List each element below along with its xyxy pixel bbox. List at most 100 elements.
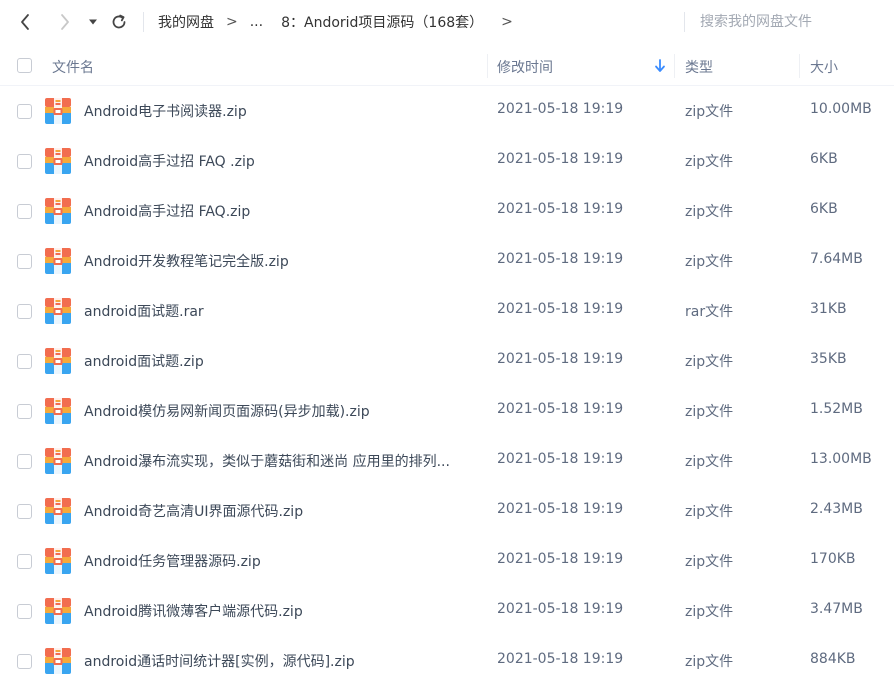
file-row[interactable]: Android奇艺高清UI界面源代码.zip 2021-05-18 19:19 …: [0, 486, 894, 536]
file-type: zip文件: [685, 654, 734, 670]
file-list: Android电子书阅读器.zip 2021-05-18 19:19 zip文件…: [0, 86, 894, 686]
breadcrumb-item-root[interactable]: 我的网盘: [158, 12, 214, 32]
chevron-left-icon: [21, 14, 29, 30]
file-row[interactable]: Android高手过招 FAQ.zip 2021-05-18 19:19 zip…: [0, 186, 894, 236]
file-size: 6KB: [810, 201, 838, 217]
zip-archive-icon: [45, 198, 71, 224]
file-modified-time: 2021-05-18 19:19: [497, 401, 624, 417]
file-type: zip文件: [685, 254, 734, 270]
file-row[interactable]: Android模仿易网新闻页面源码(异步加载).zip 2021-05-18 1…: [0, 386, 894, 436]
file-modified-time: 2021-05-18 19:19: [497, 201, 624, 217]
file-modified-time: 2021-05-18 19:19: [497, 101, 624, 117]
file-size: 2.43MB: [810, 501, 863, 517]
file-name[interactable]: Android开发教程笔记完全版.zip: [84, 251, 482, 271]
file-modified-time: 2021-05-18 19:19: [497, 351, 624, 367]
column-header-modified[interactable]: 修改时间: [497, 57, 553, 77]
file-name[interactable]: Android腾讯微薄客户端源代码.zip: [84, 601, 482, 621]
file-list-header: 文件名 修改时间 类型 大小: [0, 46, 894, 86]
column-divider: [674, 54, 675, 78]
row-checkbox[interactable]: [17, 204, 32, 219]
file-name[interactable]: android通话时间统计器[实例，源代码].zip: [84, 651, 482, 671]
file-name[interactable]: Android高手过招 FAQ.zip: [84, 201, 482, 221]
zip-archive-icon: [45, 148, 71, 174]
file-row[interactable]: Android瀑布流实现，类似于蘑菇街和迷尚 应用里的排列... 2021-05…: [0, 436, 894, 486]
breadcrumb-separator: >: [226, 14, 238, 30]
file-row[interactable]: android面试题.rar 2021-05-18 19:19 rar文件 31…: [0, 286, 894, 336]
file-type: zip文件: [685, 154, 734, 170]
file-name[interactable]: Android任务管理器源码.zip: [84, 551, 482, 571]
file-size: 3.47MB: [810, 601, 863, 617]
row-checkbox[interactable]: [17, 654, 32, 669]
file-name[interactable]: Android高手过招 FAQ .zip: [84, 151, 482, 171]
file-type: zip文件: [685, 504, 734, 520]
file-row[interactable]: Android电子书阅读器.zip 2021-05-18 19:19 zip文件…: [0, 86, 894, 136]
file-modified-time: 2021-05-18 19:19: [497, 151, 624, 167]
file-size: 31KB: [810, 301, 847, 317]
sort-arrow-down-icon[interactable]: [653, 58, 667, 74]
breadcrumb-separator: >: [501, 14, 513, 30]
row-checkbox[interactable]: [17, 504, 32, 519]
forward-button[interactable]: [54, 10, 76, 34]
file-row[interactable]: android面试题.zip 2021-05-18 19:19 zip文件 35…: [0, 336, 894, 386]
toolbar: 我的网盘 > ... 8：Andorid项目源码（168套） >: [0, 0, 894, 44]
search-divider: [684, 12, 685, 32]
file-name[interactable]: Android瀑布流实现，类似于蘑菇街和迷尚 应用里的排列...: [84, 451, 482, 471]
file-modified-time: 2021-05-18 19:19: [497, 551, 624, 567]
file-name[interactable]: Android模仿易网新闻页面源码(异步加载).zip: [84, 401, 482, 421]
file-modified-time: 2021-05-18 19:19: [497, 301, 624, 317]
breadcrumb: 我的网盘 > ... 8：Andorid项目源码（168套） >: [158, 12, 525, 32]
zip-archive-icon: [45, 348, 71, 374]
file-modified-time: 2021-05-18 19:19: [497, 501, 624, 517]
file-name[interactable]: Android电子书阅读器.zip: [84, 101, 482, 121]
row-checkbox[interactable]: [17, 254, 32, 269]
file-row[interactable]: Android腾讯微薄客户端源代码.zip 2021-05-18 19:19 z…: [0, 586, 894, 636]
file-size: 884KB: [810, 651, 856, 667]
row-checkbox[interactable]: [17, 304, 32, 319]
row-checkbox[interactable]: [17, 604, 32, 619]
row-checkbox[interactable]: [17, 154, 32, 169]
chevron-right-icon: [61, 14, 69, 30]
zip-archive-icon: [45, 398, 71, 424]
file-type: rar文件: [685, 304, 734, 320]
breadcrumb-item-current[interactable]: 8：Andorid项目源码（168套）: [281, 12, 483, 32]
file-modified-time: 2021-05-18 19:19: [497, 601, 624, 617]
zip-archive-icon: [45, 298, 71, 324]
zip-archive-icon: [45, 448, 71, 474]
file-row[interactable]: Android高手过招 FAQ .zip 2021-05-18 19:19 zi…: [0, 136, 894, 186]
toolbar-divider: [143, 12, 144, 32]
file-size: 13.00MB: [810, 451, 872, 467]
row-checkbox[interactable]: [17, 354, 32, 369]
file-row[interactable]: Android任务管理器源码.zip 2021-05-18 19:19 zip文…: [0, 536, 894, 586]
file-name[interactable]: Android奇艺高清UI界面源代码.zip: [84, 501, 482, 521]
refresh-icon: [112, 14, 126, 29]
refresh-button[interactable]: [108, 10, 130, 34]
file-size: 1.52MB: [810, 401, 863, 417]
column-divider: [799, 54, 800, 78]
file-row[interactable]: Android开发教程笔记完全版.zip 2021-05-18 19:19 zi…: [0, 236, 894, 286]
history-dropdown-button[interactable]: [86, 10, 100, 34]
file-modified-time: 2021-05-18 19:19: [497, 251, 624, 267]
file-size: 6KB: [810, 151, 838, 167]
row-checkbox[interactable]: [17, 104, 32, 119]
file-name[interactable]: android面试题.rar: [84, 301, 482, 321]
file-modified-time: 2021-05-18 19:19: [497, 651, 624, 667]
zip-archive-icon: [45, 498, 71, 524]
row-checkbox[interactable]: [17, 454, 32, 469]
file-size: 170KB: [810, 551, 856, 567]
column-header-type[interactable]: 类型: [685, 57, 713, 77]
row-checkbox[interactable]: [17, 554, 32, 569]
breadcrumb-item-collapsed[interactable]: ...: [250, 14, 263, 30]
search-input[interactable]: [700, 10, 880, 34]
column-header-size[interactable]: 大小: [810, 57, 838, 77]
file-type: zip文件: [685, 204, 734, 220]
select-all-checkbox[interactable]: [17, 58, 32, 73]
file-type: zip文件: [685, 354, 734, 370]
zip-archive-icon: [45, 548, 71, 574]
caret-down-icon: [89, 19, 97, 25]
column-header-name[interactable]: 文件名: [52, 57, 94, 77]
file-row[interactable]: android通话时间统计器[实例，源代码].zip 2021-05-18 19…: [0, 636, 894, 686]
row-checkbox[interactable]: [17, 404, 32, 419]
file-name[interactable]: android面试题.zip: [84, 351, 482, 371]
back-button[interactable]: [14, 10, 36, 34]
file-type: zip文件: [685, 104, 734, 120]
